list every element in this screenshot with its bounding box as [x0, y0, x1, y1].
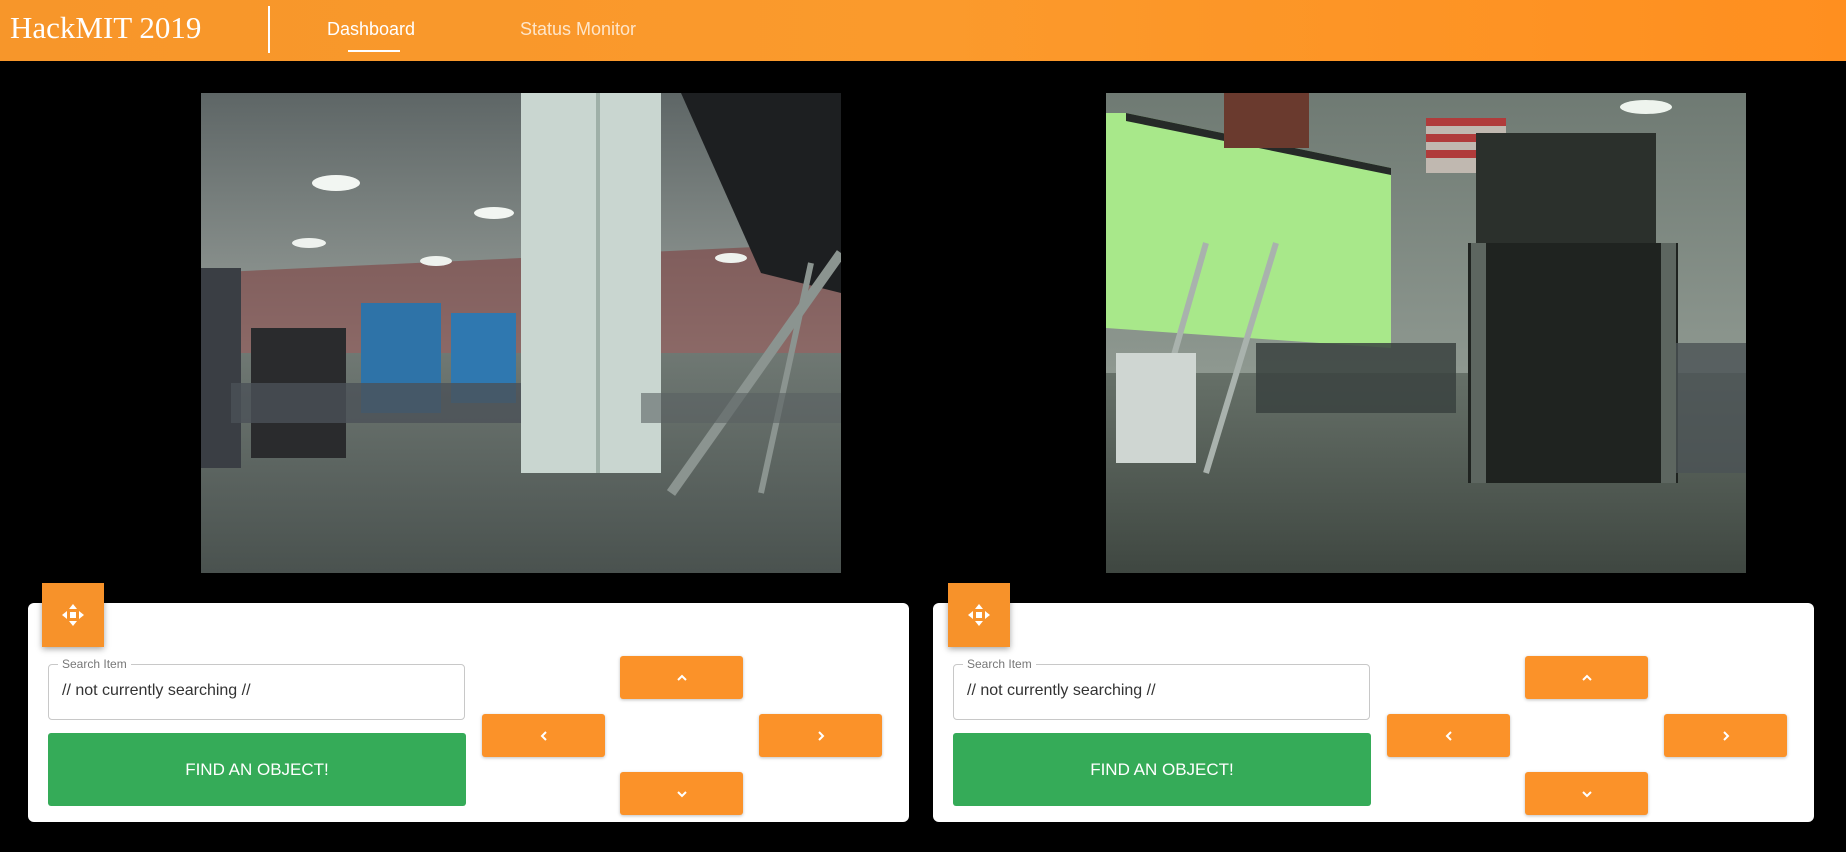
chevron-right-icon — [1722, 730, 1729, 741]
camera-feed-1 — [201, 93, 841, 573]
chevron-down-icon — [676, 790, 687, 797]
move-down-button[interactable] — [620, 772, 743, 815]
chevron-down-icon — [1581, 790, 1592, 797]
move-arrows-icon — [968, 604, 990, 626]
chevron-up-icon — [1581, 674, 1592, 681]
move-down-button[interactable] — [1525, 772, 1648, 815]
find-object-button[interactable]: FIND AN OBJECT! — [953, 733, 1371, 806]
move-left-button[interactable] — [482, 714, 605, 757]
move-right-button[interactable] — [1664, 714, 1787, 757]
chevron-left-icon — [1445, 730, 1452, 741]
drag-handle-2[interactable] — [948, 583, 1010, 647]
move-up-button[interactable] — [620, 656, 743, 699]
camera-feed-2 — [1106, 93, 1746, 573]
chevron-left-icon — [540, 730, 547, 741]
move-left-button[interactable] — [1387, 714, 1510, 757]
tab-dashboard[interactable]: Dashboard — [327, 19, 415, 40]
search-item-field[interactable]: Search Item // not currently searching /… — [48, 657, 465, 720]
header-divider — [268, 6, 270, 53]
move-right-button[interactable] — [759, 714, 882, 757]
search-item-label: Search Item — [963, 657, 1036, 671]
camera-feed-image — [201, 93, 841, 573]
chevron-up-icon — [676, 674, 687, 681]
move-arrows-icon — [62, 604, 84, 626]
tab-status-monitor[interactable]: Status Monitor — [520, 19, 636, 40]
find-object-button[interactable]: FIND AN OBJECT! — [48, 733, 466, 806]
move-up-button[interactable] — [1525, 656, 1648, 699]
search-item-field[interactable]: Search Item // not currently searching /… — [953, 657, 1370, 720]
chevron-right-icon — [817, 730, 824, 741]
app-title: HackMIT 2019 — [10, 10, 202, 45]
active-tab-indicator — [348, 50, 400, 52]
top-app-bar: HackMIT 2019 Dashboard Status Monitor — [0, 0, 1846, 61]
robot-control-card-2: Search Item // not currently searching /… — [933, 603, 1814, 822]
robot-control-card-1: Search Item // not currently searching /… — [28, 603, 909, 822]
search-item-label: Search Item — [58, 657, 131, 671]
drag-handle-1[interactable] — [42, 583, 104, 647]
search-item-input[interactable]: // not currently searching // — [62, 682, 251, 700]
search-item-input[interactable]: // not currently searching // — [967, 682, 1156, 700]
camera-feed-image — [1106, 93, 1746, 573]
